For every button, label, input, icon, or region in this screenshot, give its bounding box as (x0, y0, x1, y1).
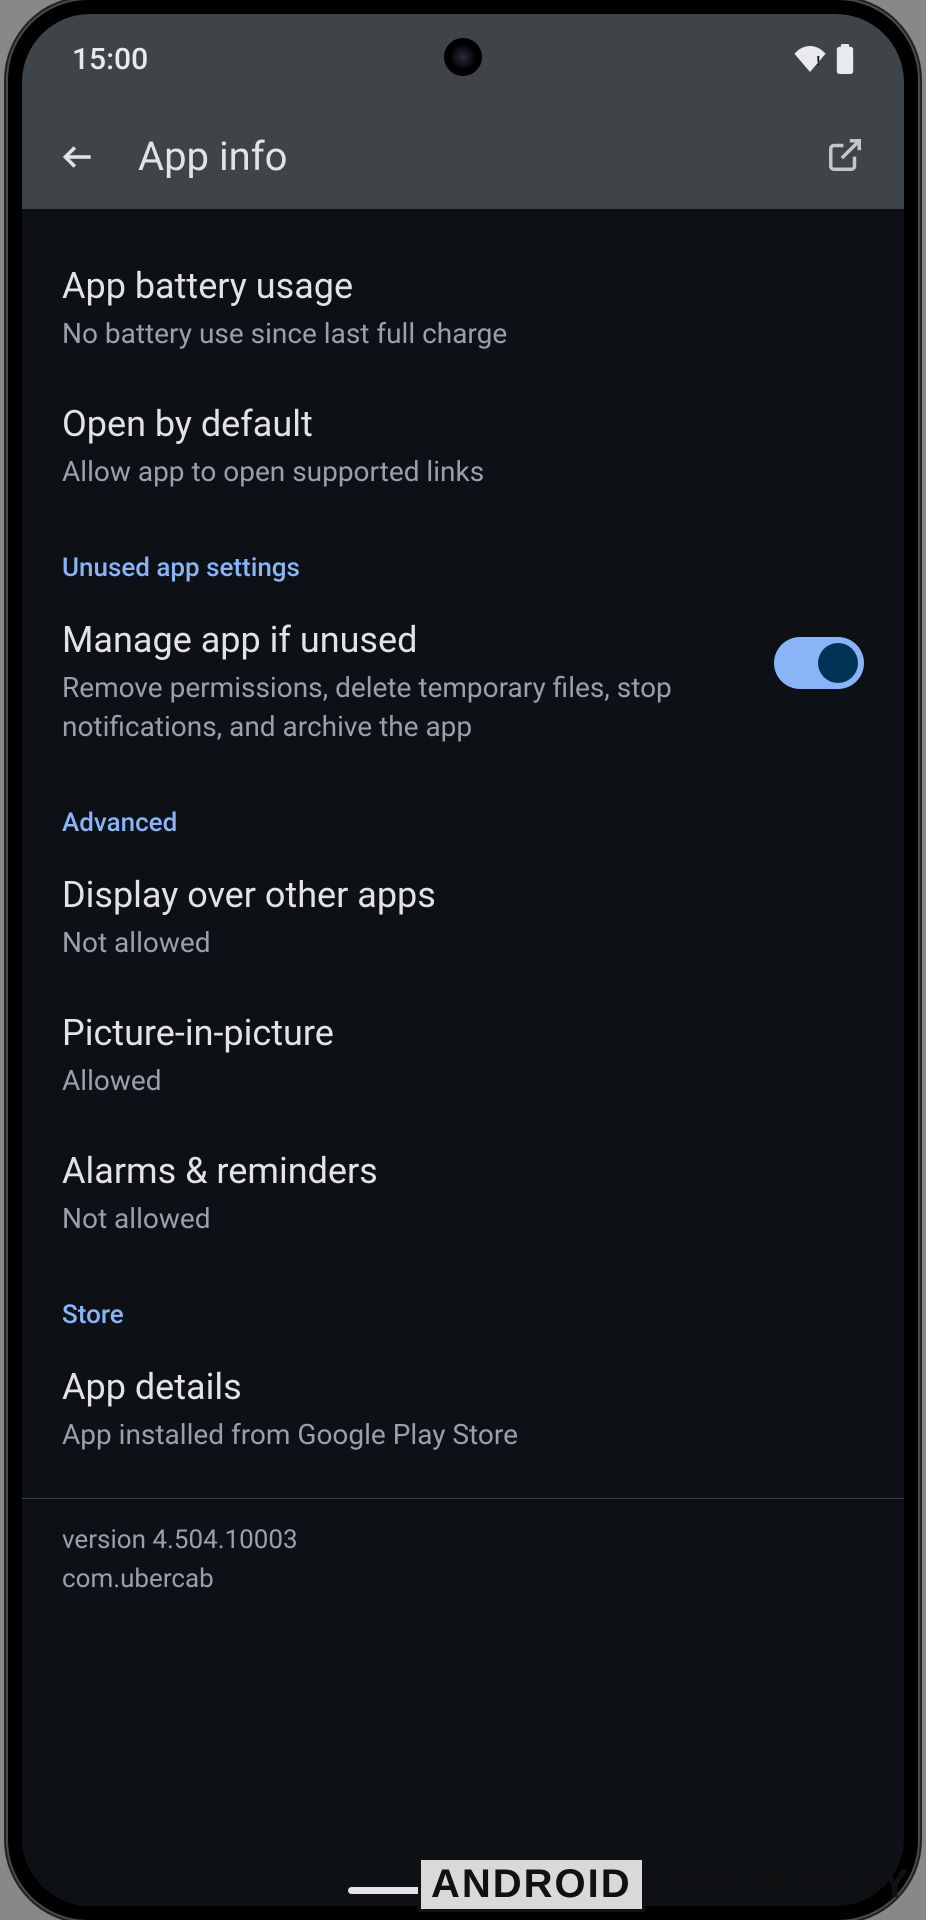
setting-subtitle: Not allowed (62, 923, 864, 962)
battery-icon (836, 44, 854, 74)
setting-subtitle: No battery use since last full charge (62, 314, 864, 353)
app-header: App info (22, 104, 904, 209)
setting-subtitle: Remove permissions, delete temporary fil… (62, 668, 744, 746)
section-store: Store (22, 1262, 904, 1340)
back-button[interactable] (58, 137, 98, 177)
package-name-text: com.ubercab (62, 1560, 864, 1599)
setting-app-battery-usage[interactable]: App battery usage No battery use since l… (22, 239, 904, 377)
app-version-info: version 4.504.10003 com.ubercab (22, 1499, 904, 1669)
phone-screen: 15:00 ! App info (22, 14, 904, 1906)
setting-picture-in-picture[interactable]: Picture-in-picture Allowed (22, 986, 904, 1124)
setting-title: Manage app if unused (62, 617, 744, 664)
watermark-part-a: ANDROID (418, 1857, 645, 1912)
section-advanced: Advanced (22, 770, 904, 848)
open-external-button[interactable] (826, 136, 868, 178)
toggle-manage-unused[interactable] (774, 637, 864, 689)
wifi-icon: ! (794, 46, 826, 72)
setting-title: Open by default (62, 401, 864, 448)
setting-title: App details (62, 1364, 864, 1411)
setting-title: Picture-in-picture (62, 1010, 864, 1057)
setting-subtitle: App installed from Google Play Store (62, 1415, 864, 1454)
setting-title: Display over other apps (62, 872, 864, 919)
setting-title: App battery usage (62, 263, 864, 310)
setting-display-over-other-apps[interactable]: Display over other apps Not allowed (22, 848, 904, 986)
toggle-thumb (818, 643, 858, 683)
watermark: ANDROID AUTHORITY (418, 1857, 910, 1912)
status-icons: ! (794, 44, 854, 74)
watermark-part-b: AUTHORITY (659, 1862, 910, 1907)
setting-title: Alarms & reminders (62, 1148, 864, 1195)
setting-subtitle: Allowed (62, 1061, 864, 1100)
setting-open-by-default[interactable]: Open by default Allow app to open suppor… (22, 377, 904, 515)
setting-subtitle: Allow app to open supported links (62, 452, 864, 491)
version-text: version 4.504.10003 (62, 1521, 864, 1560)
phone-frame: 15:00 ! App info (8, 0, 918, 1920)
svg-text:!: ! (817, 55, 821, 70)
setting-manage-app-if-unused[interactable]: Manage app if unused Remove permissions,… (22, 593, 904, 770)
open-in-new-icon (826, 136, 864, 174)
setting-app-details[interactable]: App details App installed from Google Pl… (22, 1340, 904, 1478)
section-unused-app-settings: Unused app settings (22, 515, 904, 593)
status-time: 15:00 (72, 42, 148, 77)
arrow-left-icon (59, 138, 97, 176)
setting-alarms-reminders[interactable]: Alarms & reminders Not allowed (22, 1124, 904, 1262)
setting-subtitle: Not allowed (62, 1199, 864, 1238)
camera-punch-hole (444, 38, 482, 76)
page-title: App info (138, 133, 786, 180)
settings-content[interactable]: App battery usage No battery use since l… (22, 209, 904, 1906)
